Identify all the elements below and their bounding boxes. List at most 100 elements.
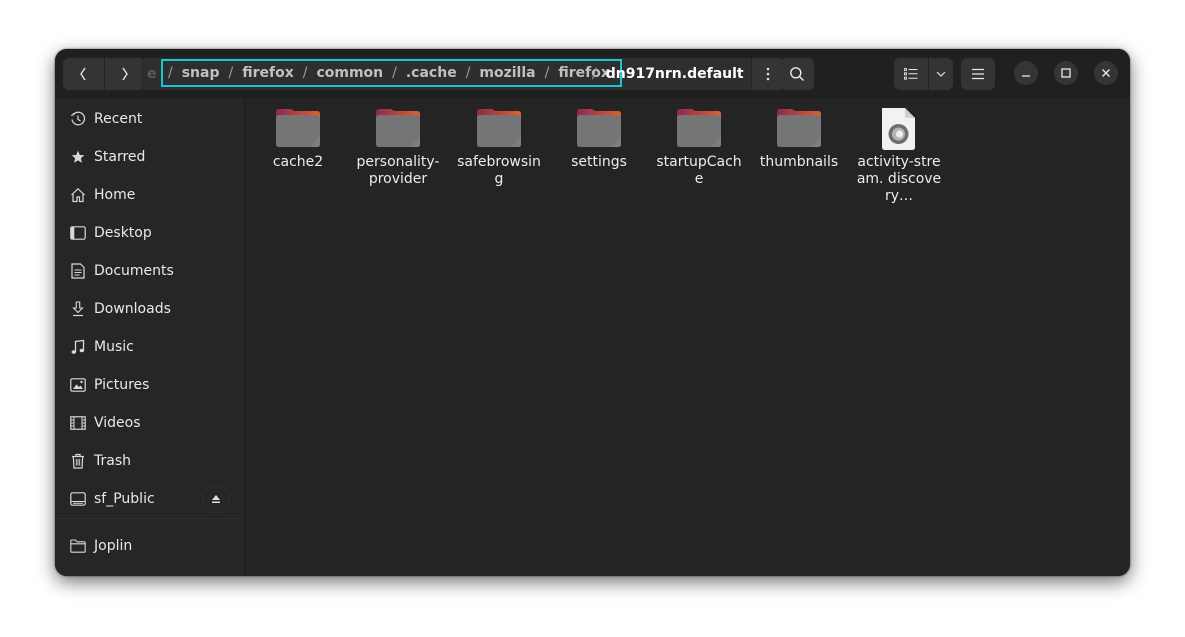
- path-highlight-box: / snap / firefox / common / .cache / moz…: [161, 59, 622, 87]
- drive-icon: [69, 490, 87, 508]
- file-name: settings: [571, 154, 627, 170]
- sidebar-item-home[interactable]: Home: [55, 176, 244, 214]
- music-icon: [69, 338, 87, 356]
- crumb-cache[interactable]: .cache: [400, 65, 463, 81]
- path-separator: /: [168, 65, 173, 81]
- sidebar-item-downloads[interactable]: Downloads: [55, 290, 244, 328]
- current-folder-label: dn917nrn.default: [605, 66, 744, 82]
- file-name: activity-stream. discovery…: [856, 154, 942, 204]
- folder-item[interactable]: startupCache: [654, 106, 744, 188]
- sidebar-item-starred[interactable]: Starred: [55, 138, 244, 176]
- sidebar-item-label: Downloads: [94, 301, 171, 317]
- path-separator: /: [392, 65, 397, 81]
- sidebar-item-label: Documents: [94, 263, 174, 279]
- list-view-button[interactable]: [894, 58, 928, 90]
- folder-item[interactable]: settings: [554, 106, 644, 171]
- forward-button[interactable]: [105, 58, 146, 90]
- folder-icon: [675, 106, 723, 150]
- folder-icon: [69, 537, 87, 555]
- home-icon: [69, 186, 87, 204]
- chevron-down-icon: [936, 71, 946, 77]
- close-button[interactable]: [1094, 61, 1118, 85]
- path-separator: /: [228, 65, 234, 81]
- folder-item[interactable]: safebrowsing: [454, 106, 544, 188]
- trash-icon: [69, 452, 87, 470]
- sidebar-bookmark-joplin[interactable]: Joplin: [55, 527, 244, 565]
- path-separator: /: [544, 65, 550, 81]
- sidebar-item-label: Recent: [94, 111, 143, 127]
- sidebar-item-label: Home: [94, 187, 136, 203]
- folder-icon: [475, 106, 523, 150]
- navigation-buttons: [63, 58, 145, 90]
- sidebar: Recent Starred Home Desktop Documents Do…: [55, 98, 245, 576]
- sidebar-item-documents[interactable]: Documents: [55, 252, 244, 290]
- view-toggle-group: [894, 58, 953, 90]
- film-icon: [69, 414, 87, 432]
- main-menu-button[interactable]: [961, 58, 995, 90]
- folder-icon: [374, 106, 422, 150]
- maximize-icon: [1061, 68, 1071, 78]
- sidebar-item-label: Desktop: [94, 225, 152, 241]
- sidebar-item-music[interactable]: Music: [55, 328, 244, 366]
- crumb-mozilla[interactable]: mozilla: [473, 65, 541, 81]
- folder-icon: [775, 106, 823, 150]
- sidebar-item-label: Pictures: [94, 377, 150, 393]
- maximize-button[interactable]: [1054, 61, 1078, 85]
- file-grid: cache2 personality-provider safebrowsing…: [245, 98, 1130, 576]
- sidebar-item-label: Joplin: [94, 538, 133, 554]
- folder-icon: [274, 106, 322, 150]
- sidebar-item-label: Music: [94, 339, 134, 355]
- list-view-icon: [904, 68, 918, 80]
- current-folder-crumb[interactable]: / dn917nrn.default: [589, 58, 744, 90]
- json-file-icon: [875, 106, 923, 150]
- crumb-snap[interactable]: snap: [176, 65, 226, 81]
- file-manager-window: e / snap / firefox / common / .cache / m…: [55, 49, 1130, 576]
- eject-icon: [212, 495, 220, 503]
- sidebar-item-label: Trash: [94, 453, 131, 469]
- file-name: thumbnails: [759, 154, 839, 170]
- sidebar-item-label: Videos: [94, 415, 141, 431]
- sidebar-item-pictures[interactable]: Pictures: [55, 366, 244, 404]
- search-button[interactable]: [780, 58, 814, 90]
- star-icon: [69, 148, 87, 166]
- sidebar-item-desktop[interactable]: Desktop: [55, 214, 244, 252]
- back-button[interactable]: [63, 58, 104, 90]
- eject-button[interactable]: [202, 485, 230, 513]
- sidebar-item-recent[interactable]: Recent: [55, 100, 244, 138]
- crumb-firefox[interactable]: firefox: [236, 65, 300, 81]
- file-name: safebrowsing: [457, 154, 541, 187]
- document-icon: [69, 262, 87, 280]
- clock-icon: [69, 110, 87, 128]
- folder-item[interactable]: cache2: [253, 106, 343, 171]
- sidebar-item-label: sf_Public: [94, 491, 155, 507]
- folder-item[interactable]: personality-provider: [353, 106, 443, 188]
- minimize-icon: [1022, 75, 1030, 77]
- sidebar-item-label: Starred: [94, 149, 146, 165]
- path-hidden-prefix: e: [147, 66, 157, 82]
- close-icon: [1102, 69, 1110, 77]
- path-separator: /: [302, 65, 308, 81]
- picture-icon: [69, 376, 87, 394]
- view-options-button[interactable]: [929, 58, 953, 90]
- vertical-dots-icon: [766, 67, 770, 81]
- path-separator: /: [465, 65, 471, 81]
- folder-icon: [575, 106, 623, 150]
- sidebar-item-trash[interactable]: Trash: [55, 442, 244, 480]
- file-name: startupCache: [656, 154, 742, 187]
- download-icon: [69, 300, 87, 318]
- sidebar-item-sf-public[interactable]: sf_Public: [55, 480, 244, 518]
- search-icon: [790, 67, 805, 82]
- path-bar[interactable]: e / snap / firefox / common / .cache / m…: [141, 58, 784, 90]
- header-bar: e / snap / firefox / common / .cache / m…: [55, 49, 1130, 98]
- file-name: cache2: [272, 154, 324, 170]
- file-item[interactable]: activity-stream. discovery…: [854, 106, 944, 205]
- sidebar-item-videos[interactable]: Videos: [55, 404, 244, 442]
- sidebar-divider: [55, 518, 244, 519]
- folder-item[interactable]: thumbnails: [754, 106, 844, 171]
- chevron-right-icon: [122, 67, 128, 81]
- chevron-left-icon: [80, 67, 86, 81]
- crumb-common[interactable]: common: [310, 65, 389, 81]
- minimize-button[interactable]: [1014, 61, 1038, 85]
- file-name: personality-provider: [356, 154, 440, 187]
- path-separator: /: [592, 66, 597, 82]
